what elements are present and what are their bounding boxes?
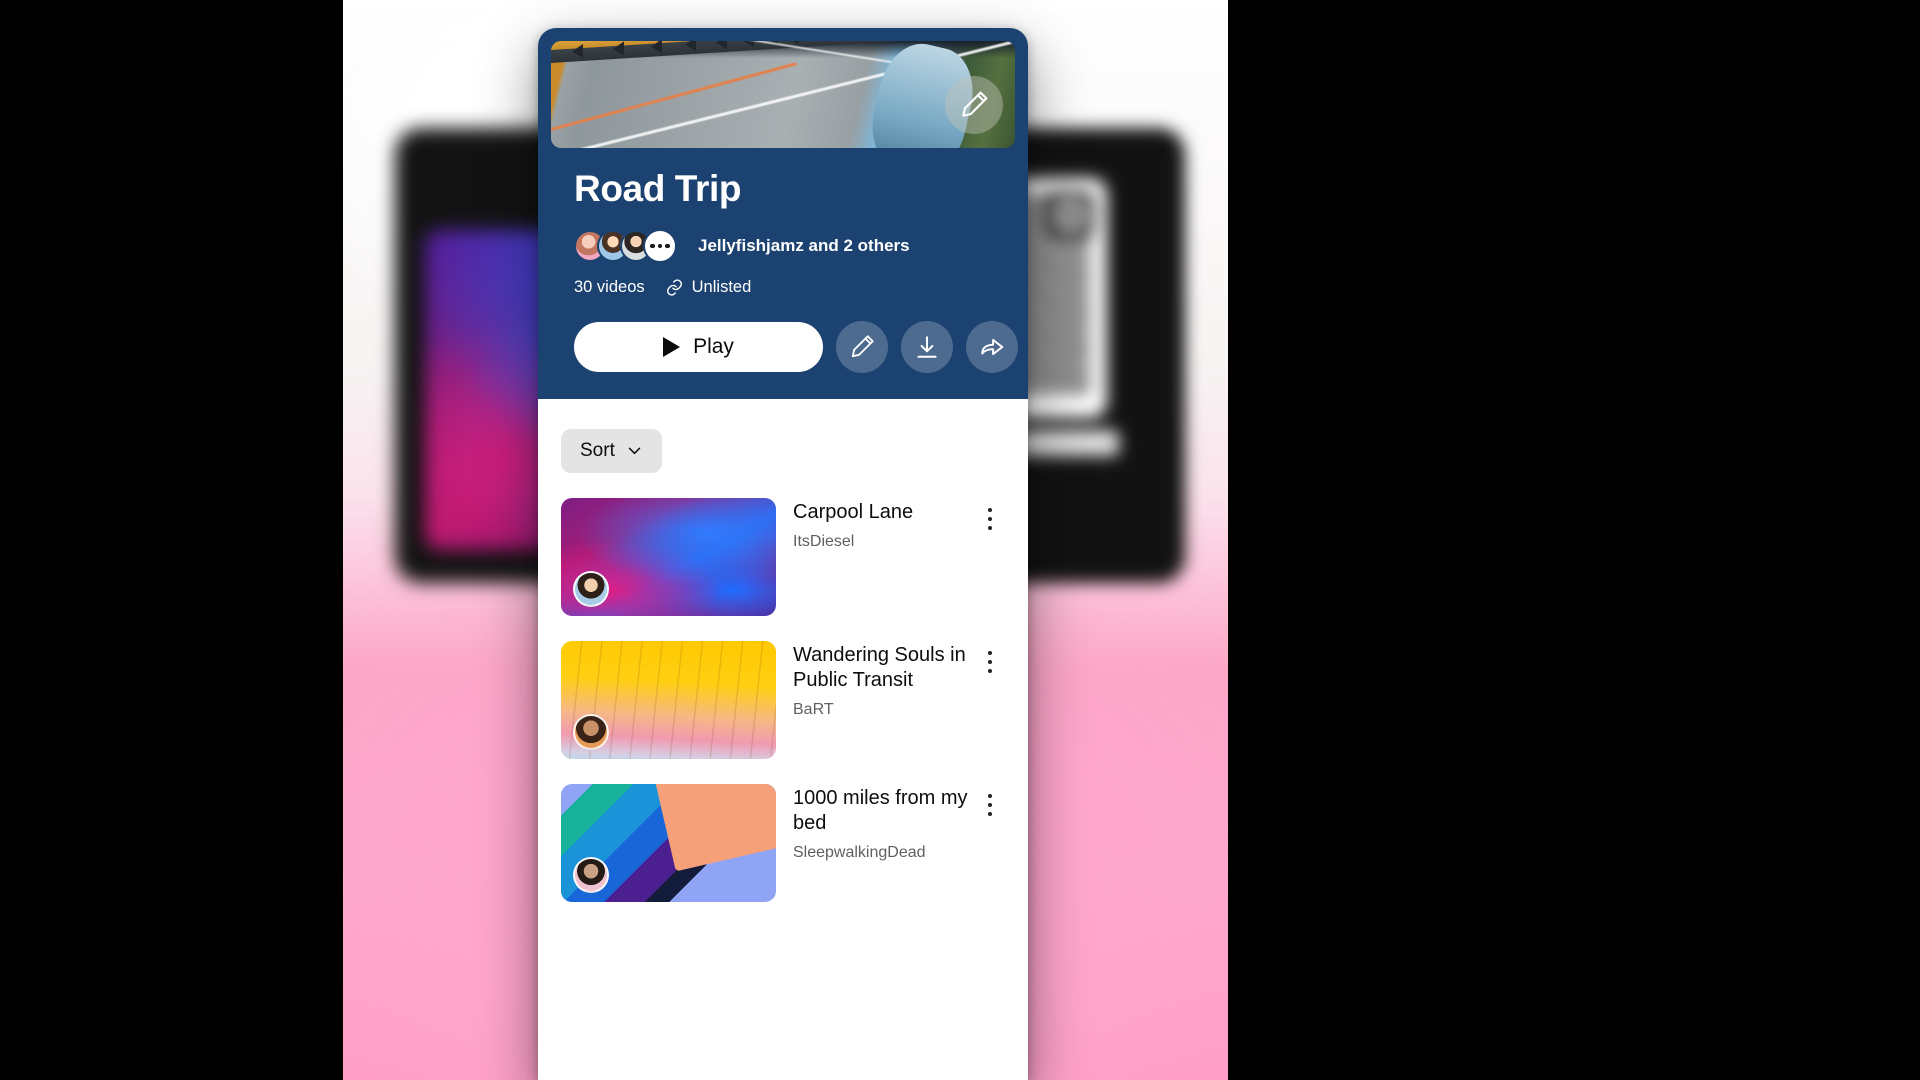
privacy-label: Unlisted	[691, 277, 752, 296]
more-vertical-icon[interactable]	[975, 784, 1005, 817]
list-item[interactable]: Carpool Lane ItsDiesel	[561, 497, 1005, 616]
guardrail	[551, 41, 895, 63]
play-triangle-icon	[663, 336, 681, 357]
collaborators-row[interactable]: Jellyfishjamz and 2 others	[574, 228, 992, 263]
play-button[interactable]: Play	[574, 321, 823, 372]
list-item[interactable]: 1000 miles from my bed SleepwalkingDead	[561, 783, 1005, 902]
play-label: Play	[693, 334, 734, 358]
video-title: 1000 miles from my bed	[793, 786, 968, 835]
playlist-actions: Play	[574, 320, 1018, 373]
playlist-meta: 30 videos Unlisted	[574, 278, 992, 297]
video-thumbnail[interactable]	[561, 783, 776, 902]
edit-cover-button[interactable]	[945, 76, 1003, 134]
download-icon	[917, 336, 937, 358]
channel-avatar	[573, 713, 609, 750]
video-info: 1000 miles from my bed SleepwalkingDead	[776, 784, 975, 862]
playlist-card: Road Trip Jellyfishjamz and 2 others 30 …	[538, 28, 1028, 1080]
pencil-icon	[962, 91, 988, 117]
video-count: 30 videos	[574, 277, 645, 296]
playlist-header: Road Trip Jellyfishjamz and 2 others 30 …	[538, 28, 1028, 399]
more-vertical-icon[interactable]	[975, 498, 1005, 531]
video-channel: ItsDiesel	[793, 533, 855, 551]
video-title: Carpool Lane	[793, 500, 914, 523]
ellipsis-icon[interactable]	[643, 228, 677, 263]
link-icon	[666, 279, 682, 296]
video-info: Carpool Lane ItsDiesel	[776, 498, 975, 551]
letterbox-right	[1228, 0, 1920, 1080]
privacy-status: Unlisted	[665, 277, 752, 297]
road-edge-line	[551, 61, 798, 135]
sort-label: Sort	[580, 439, 615, 461]
edit-playlist-button[interactable]	[836, 320, 888, 373]
letterbox-left	[0, 0, 343, 1080]
share-arrow-icon	[981, 338, 1004, 355]
owner-label: Jellyfishjamz and 2 others	[698, 235, 910, 255]
video-thumbnail[interactable]	[561, 497, 776, 616]
collaborator-avatars	[574, 228, 677, 263]
video-channel: BaRT	[793, 701, 834, 719]
playlist-title: Road Trip	[574, 168, 742, 209]
screen: Road Trip Jellyfishjamz and 2 others 30 …	[0, 0, 1920, 1080]
video-info: Wandering Souls in Public Transit BaRT	[776, 641, 975, 719]
more-vertical-icon[interactable]	[975, 641, 1005, 674]
qr-eye-top-right	[1047, 192, 1093, 238]
chevron-down-icon	[628, 447, 641, 455]
playlist-cover-image	[551, 41, 1015, 148]
video-channel: SleepwalkingDead	[793, 844, 926, 862]
channel-avatar	[573, 856, 609, 893]
channel-avatar	[573, 570, 609, 607]
video-list-section: Sort Carpool Lane ItsDiesel Wandering So…	[538, 398, 1028, 902]
playlist-header-body: Road Trip Jellyfishjamz and 2 others 30 …	[551, 148, 1018, 399]
video-thumbnail[interactable]	[561, 640, 776, 759]
sort-button[interactable]: Sort	[561, 428, 662, 473]
list-item[interactable]: Wandering Souls in Public Transit BaRT	[561, 640, 1005, 759]
download-button[interactable]	[901, 320, 953, 373]
pencil-icon	[851, 335, 874, 357]
share-button[interactable]	[966, 320, 1018, 373]
video-title: Wandering Souls in Public Transit	[793, 643, 966, 692]
